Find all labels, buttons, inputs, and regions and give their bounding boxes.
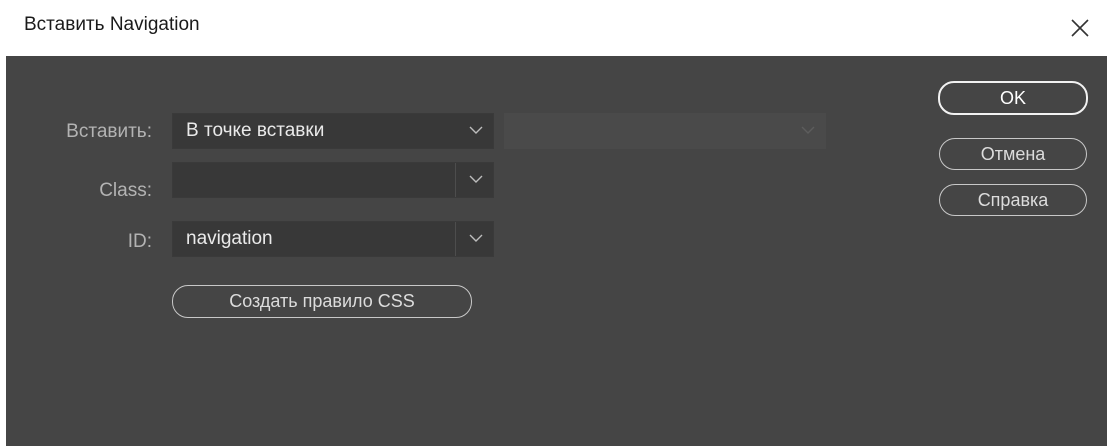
chevron-down-icon[interactable] (469, 174, 483, 184)
insert-target-select (504, 113, 826, 149)
close-button[interactable] (1051, 0, 1107, 56)
combobox-divider (455, 163, 456, 197)
insert-position-value: В точке вставки (186, 120, 325, 141)
create-css-rule-button[interactable]: Создать правило CSS (172, 285, 472, 318)
title-bar: Вставить Navigation (0, 0, 1107, 56)
id-combobox[interactable]: navigation (172, 221, 494, 257)
chevron-down-icon[interactable] (469, 233, 483, 243)
chevron-down-icon (801, 126, 815, 134)
chevron-down-icon (469, 126, 483, 134)
cancel-button[interactable]: Отмена (939, 138, 1087, 170)
ok-button[interactable]: OK (938, 81, 1088, 115)
combobox-divider (455, 222, 456, 256)
dialog-title: Вставить Navigation (24, 14, 200, 35)
insert-position-select[interactable]: В точке вставки (172, 113, 494, 149)
insert-label: Вставить: (66, 121, 152, 142)
close-icon (1071, 19, 1089, 37)
class-label: Class: (99, 180, 152, 201)
id-label: ID: (127, 231, 152, 252)
dialog-body: Вставить: В точке вставки Class: ID: nav… (6, 56, 1107, 446)
class-combobox[interactable] (172, 162, 494, 198)
help-button[interactable]: Справка (939, 184, 1087, 216)
id-value: navigation (186, 228, 273, 249)
